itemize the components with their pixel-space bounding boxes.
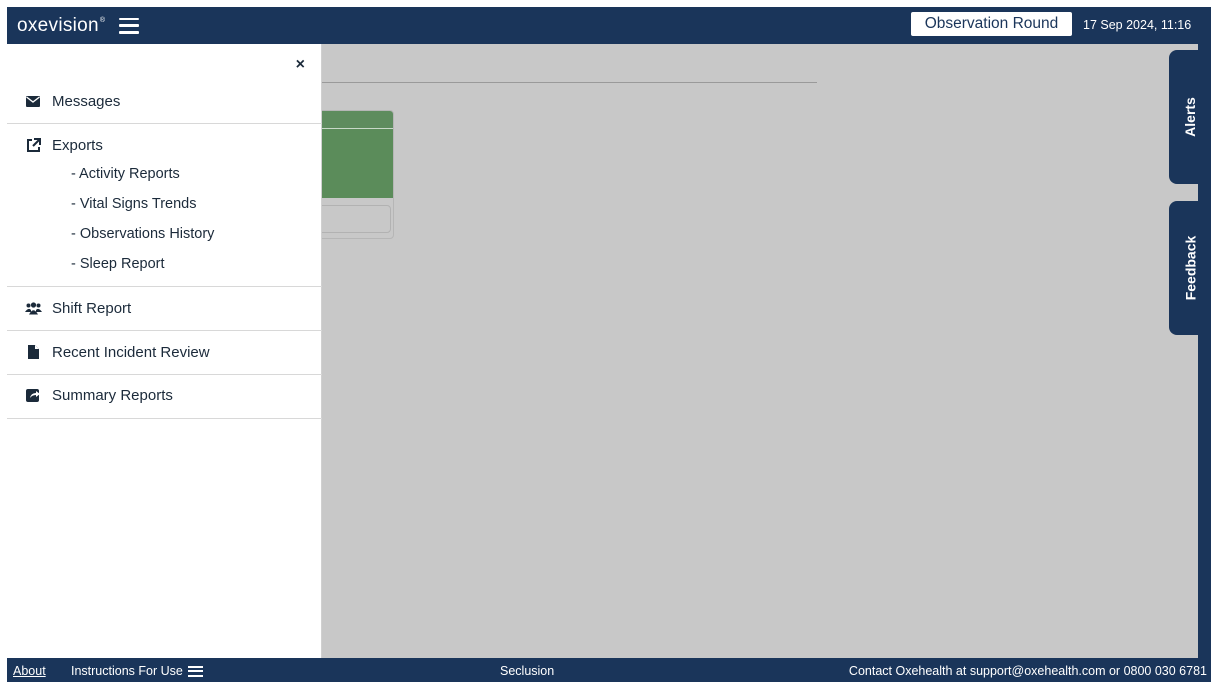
- oxevision-logo: oxevision ®: [17, 15, 105, 37]
- menu-divider: [7, 286, 322, 287]
- about-link[interactable]: About: [13, 664, 46, 678]
- submenu-activity-reports[interactable]: - Activity Reports: [71, 166, 180, 182]
- menu-item-exports[interactable]: Exports: [7, 134, 322, 156]
- menu-divider: [7, 123, 322, 124]
- ward-mode-label: Seclusion: [500, 664, 555, 678]
- menu-divider: [7, 374, 322, 375]
- menu-hamburger-icon[interactable]: [119, 17, 140, 34]
- window-frame-left: [0, 0, 7, 682]
- menu-item-label: Shift Report: [52, 299, 132, 317]
- envelope-icon: [24, 95, 42, 107]
- menu-item-messages[interactable]: Messages: [7, 90, 322, 112]
- content-divider: [322, 82, 817, 83]
- submenu-observations-history[interactable]: - Observations History: [71, 226, 214, 242]
- menu-hamburger-icon: [187, 665, 203, 677]
- logo-registered-mark: ®: [99, 16, 106, 24]
- menu-item-shift-report[interactable]: Shift Report: [7, 297, 322, 319]
- instructions-label: Instructions For Use: [71, 664, 183, 678]
- menu-item-label: Summary Reports: [52, 386, 173, 404]
- room-card-header: [313, 111, 393, 129]
- menu-item-label: Recent Incident Review: [52, 343, 210, 361]
- menu-divider: [7, 330, 322, 331]
- feedback-tab-label: Feedback: [1182, 235, 1198, 301]
- close-drawer-icon[interactable]: ×: [296, 56, 305, 74]
- contact-info: Contact Oxehealth at support@oxehealth.c…: [848, 664, 1207, 678]
- submenu-vital-signs-trends[interactable]: - Vital Signs Trends: [71, 196, 196, 212]
- menu-item-label: Exports: [52, 136, 103, 154]
- menu-item-label: Messages: [52, 92, 121, 110]
- footer-bar: About Instructions For Use Seclusion Con…: [7, 658, 1211, 682]
- current-datetime: 17 Sep 2024, 11:16: [1083, 18, 1192, 32]
- navigation-drawer: × Messages Exports - Activity Reports - …: [7, 44, 322, 658]
- submenu-sleep-report[interactable]: - Sleep Report: [71, 256, 165, 272]
- room-card-field[interactable]: [313, 205, 391, 233]
- users-icon: [24, 301, 42, 315]
- menu-divider: [7, 418, 322, 419]
- observation-round-button[interactable]: Observation Round: [911, 12, 1072, 36]
- share-icon: [24, 388, 42, 402]
- window-frame-top: [0, 0, 1211, 7]
- menu-item-summary-reports[interactable]: Summary Reports: [7, 384, 322, 406]
- external-link-icon: [24, 137, 42, 153]
- top-bar: oxevision ® Observation Round 17 Sep 2024…: [7, 7, 1211, 44]
- room-card-status: [313, 129, 393, 198]
- room-card[interactable]: [312, 110, 394, 239]
- alerts-tab-label: Alerts: [1182, 97, 1198, 137]
- feedback-tab[interactable]: Feedback: [1169, 201, 1211, 335]
- alerts-tab[interactable]: Alerts: [1169, 50, 1211, 184]
- instructions-for-use-link[interactable]: Instructions For Use: [71, 664, 203, 678]
- menu-item-recent-incident-review[interactable]: Recent Incident Review: [7, 341, 322, 363]
- file-icon: [24, 345, 42, 359]
- logo-text: oxevision: [17, 14, 99, 36]
